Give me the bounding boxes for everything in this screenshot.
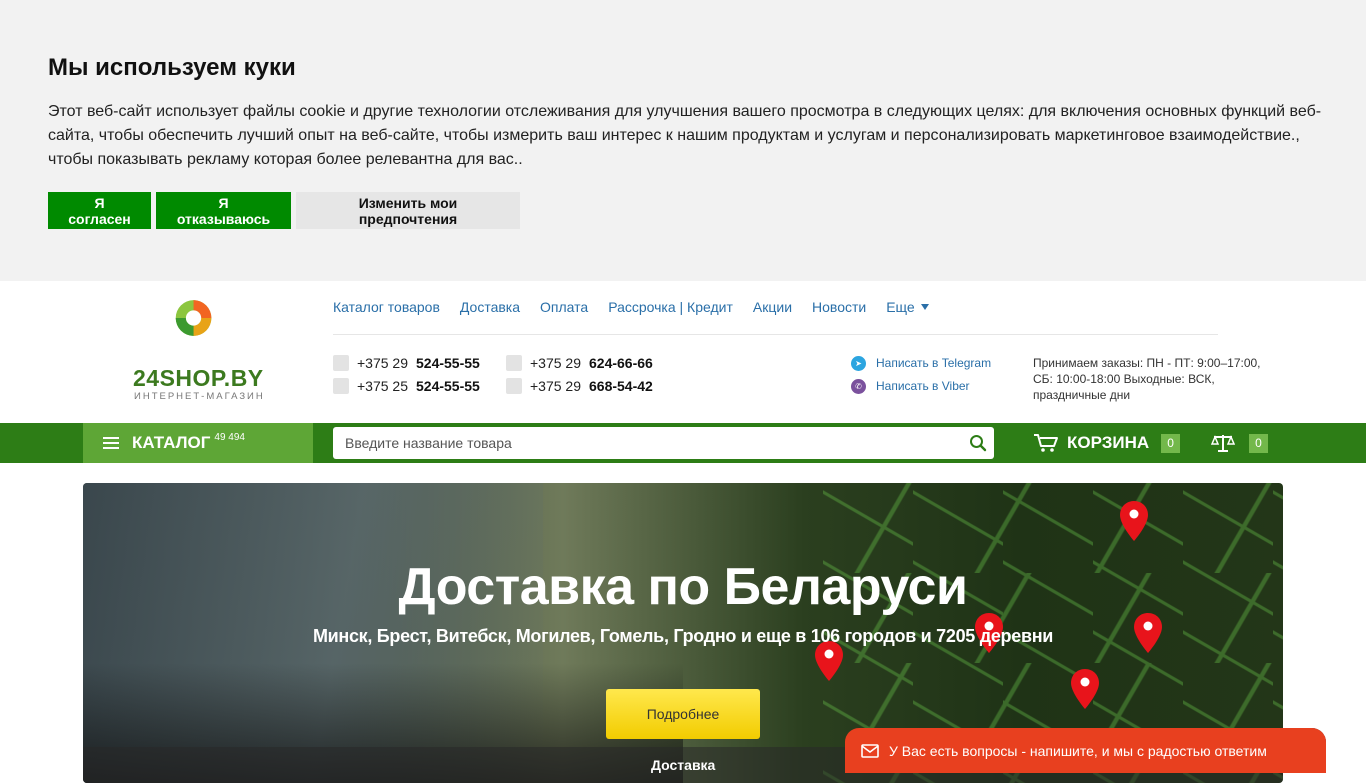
messenger-links: ➤ Написать в Telegram ✆ Написать в Viber bbox=[851, 355, 991, 401]
telegram-icon: ➤ bbox=[851, 355, 866, 371]
nav-item-promotions[interactable]: Акции bbox=[753, 299, 792, 315]
operator-icon bbox=[506, 355, 522, 371]
phone-prefix: +375 29 bbox=[530, 378, 581, 394]
cart-label: КОРЗИНА bbox=[1067, 433, 1150, 452]
search-icon[interactable] bbox=[962, 427, 994, 459]
operator-icon bbox=[506, 378, 522, 394]
cookie-banner: Мы используем куки Этот веб-сайт использ… bbox=[0, 0, 1366, 281]
map-pin-icon bbox=[1071, 669, 1099, 709]
nav-item-more[interactable]: Еще bbox=[886, 299, 929, 315]
operator-icon bbox=[333, 355, 349, 371]
menu-icon bbox=[103, 437, 119, 449]
cookie-text: Этот веб-сайт использует файлы cookie и … bbox=[48, 103, 1322, 168]
phone-item[interactable]: +375 25 524-55-55 bbox=[333, 378, 506, 394]
logo-icon[interactable] bbox=[133, 297, 263, 367]
nav-item-payment[interactable]: Оплата bbox=[540, 299, 588, 315]
cart-icon bbox=[1034, 434, 1058, 452]
catalog-count: 49 494 bbox=[214, 431, 245, 443]
chat-widget[interactable]: У Вас есть вопросы - напишите, и мы с ра… bbox=[845, 728, 1326, 773]
phone-item[interactable]: +375 29 668-54-42 bbox=[506, 378, 676, 394]
phone-prefix: +375 29 bbox=[357, 355, 408, 371]
banner-more-button[interactable]: Подробнее bbox=[606, 689, 760, 739]
logo-tagline: ИНТЕРНЕТ-МАГАЗИН bbox=[134, 391, 265, 402]
chevron-down-icon bbox=[920, 304, 929, 310]
viber-label: Написать в Viber bbox=[876, 379, 970, 393]
nav-item-catalog[interactable]: Каталог товаров bbox=[333, 299, 440, 315]
compare-button[interactable]: 0 bbox=[1211, 423, 1268, 463]
phone-number: 524-55-55 bbox=[416, 378, 480, 394]
main-nav: Каталог товаров Доставка Оплата Рассрочк… bbox=[333, 299, 929, 315]
nav-item-delivery[interactable]: Доставка bbox=[460, 299, 520, 315]
map-pin-icon bbox=[815, 641, 843, 681]
phone-list: +375 29 524-55-55 +375 29 624-66-66 +375… bbox=[333, 355, 676, 394]
phone-number: 624-66-66 bbox=[589, 355, 653, 371]
site-header: 24SHOP.BY ИНТЕРНЕТ-МАГАЗИН Каталог товар… bbox=[0, 281, 1366, 423]
banner-title: Доставка по Беларуси bbox=[398, 558, 968, 616]
banner-footer-label: Доставка bbox=[651, 757, 716, 773]
cookie-buttons: Я согласен Я отказываюсь Изменить мои пр… bbox=[48, 192, 520, 229]
phone-item[interactable]: +375 29 624-66-66 bbox=[506, 355, 676, 371]
catalog-button[interactable]: КАТАЛОГ 49 494 bbox=[83, 423, 313, 463]
phone-item[interactable]: +375 29 524-55-55 bbox=[333, 355, 506, 371]
cart-button[interactable]: КОРЗИНА 0 bbox=[1033, 423, 1181, 463]
nav-divider bbox=[333, 334, 1218, 335]
nav-item-news[interactable]: Новости bbox=[812, 299, 866, 315]
decline-cookies-button[interactable]: Я отказываюсь bbox=[156, 192, 291, 229]
accept-cookies-button[interactable]: Я согласен bbox=[48, 192, 151, 229]
phone-number: 524-55-55 bbox=[416, 355, 480, 371]
cart-count-badge: 0 bbox=[1161, 433, 1181, 453]
scales-icon bbox=[1211, 435, 1235, 452]
mail-icon bbox=[861, 743, 879, 758]
phone-number: 668-54-42 bbox=[589, 378, 653, 394]
working-hours: Принимаем заказы: ПН - ПТ: 9:00–17:00, С… bbox=[1033, 356, 1261, 402]
viber-icon: ✆ bbox=[851, 378, 866, 394]
viber-link[interactable]: ✆ Написать в Viber bbox=[851, 378, 991, 394]
cookie-title: Мы используем куки bbox=[48, 54, 296, 81]
catalog-label: КАТАЛОГ bbox=[132, 433, 211, 452]
nav-item-installments[interactable]: Рассрочка | Кредит bbox=[608, 299, 733, 315]
telegram-link[interactable]: ➤ Написать в Telegram bbox=[851, 355, 991, 371]
chat-text: У Вас есть вопросы - напишите, и мы с ра… bbox=[889, 742, 1267, 759]
logo-name[interactable]: 24SHOP.BY bbox=[133, 365, 264, 392]
operator-icon bbox=[333, 378, 349, 394]
phone-prefix: +375 25 bbox=[357, 378, 408, 394]
banner-subtitle: Минск, Брест, Витебск, Могилев, Гомель, … bbox=[312, 626, 1054, 646]
search-box bbox=[333, 427, 994, 459]
cookie-preferences-button[interactable]: Изменить мои предпочтения bbox=[296, 192, 520, 229]
nav-more-label: Еще bbox=[886, 299, 915, 315]
phone-prefix: +375 29 bbox=[530, 355, 581, 371]
search-input[interactable] bbox=[333, 428, 962, 458]
map-pin-icon bbox=[1120, 501, 1148, 541]
telegram-label: Написать в Telegram bbox=[876, 356, 992, 370]
catalog-bar: КАТАЛОГ 49 494 КОРЗИНА 0 0 bbox=[0, 423, 1366, 463]
compare-count-badge: 0 bbox=[1249, 433, 1268, 453]
